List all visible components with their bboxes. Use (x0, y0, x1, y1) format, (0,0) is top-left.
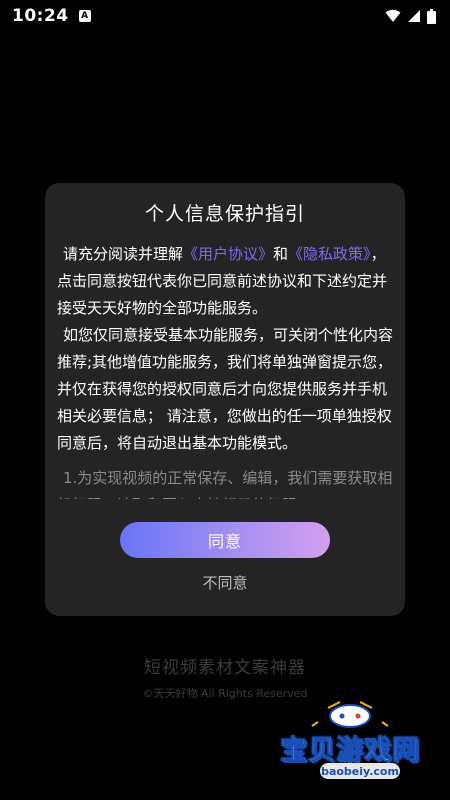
status-bar: 10:24 A (0, 0, 450, 32)
agree-button[interactable]: 同意 (120, 522, 330, 558)
basic-service-paragraph: 如您仅同意接受基本功能服务，可关闭个性化内容推荐;其他增值功能服务，我们将单独弹… (57, 326, 393, 452)
status-left: 10:24 A (12, 6, 91, 26)
watermark-text: 宝贝游戏网 (280, 735, 420, 767)
privacy-dialog: 个人信息保护指引 请充分阅读并理解《用户协议》和《隐私政策》，点击同意按钮代表你… (45, 183, 405, 616)
status-time: 10:24 (12, 6, 69, 26)
gamepad-icon (311, 701, 389, 728)
app-title: 短视频素材文案神器 (144, 658, 306, 678)
intro-prefix: 请充分阅读并理解 (63, 245, 184, 263)
status-icons (385, 8, 436, 24)
dialog-body[interactable]: 请充分阅读并理解《用户协议》和《隐私政策》，点击同意按钮代表你已同意前述协议和下… (57, 241, 393, 499)
watermark: 宝贝游戏网 baobeiy.com (270, 700, 430, 786)
watermark-url: baobeiy.com (320, 763, 400, 779)
a-icon: A (78, 10, 91, 22)
signal-icon (408, 10, 420, 22)
disagree-button[interactable]: 不同意 (175, 567, 275, 597)
user-agreement-link[interactable]: 《用户协议》 (183, 245, 273, 263)
copyright-text: ©天天好物 All Rights Reserved (142, 687, 308, 700)
intro-and: 和 (273, 245, 289, 263)
privacy-policy-link[interactable]: 《隐私政策》 (288, 245, 371, 263)
dialog-title: 个人信息保护指引 (144, 203, 305, 225)
battery-icon (427, 8, 436, 24)
camera-permission-paragraph: 1.为实现视频的正常保存、编辑，我们需要获取相机权限、读取和写入本地相册的权限。 (57, 469, 393, 499)
intro-paragraph: 请充分阅读并理解《用户协议》和《隐私政策》，点击同意按钮代表你已同意前述协议和下… (57, 241, 393, 322)
wifi-icon (385, 9, 401, 22)
